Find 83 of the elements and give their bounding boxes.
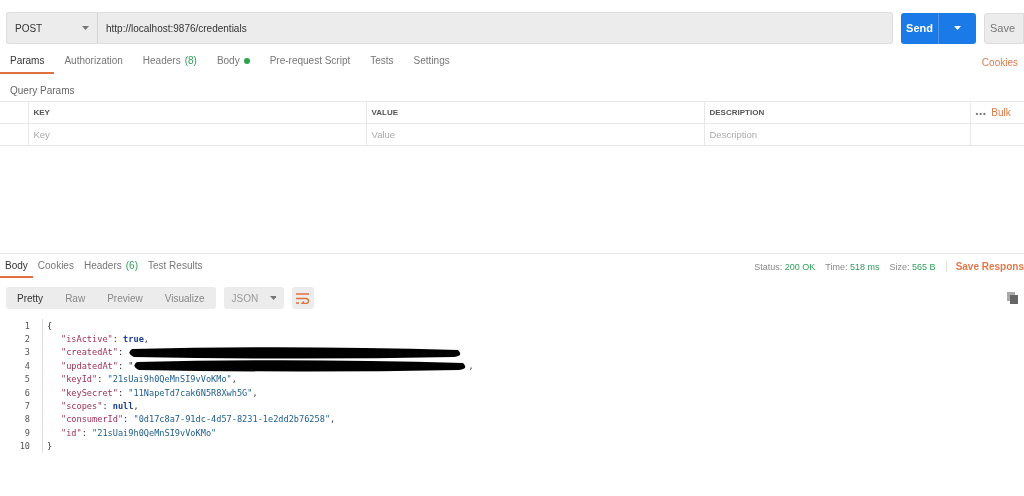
format-dropdown[interactable]: JSON xyxy=(223,287,284,309)
json-key: "createdAt" xyxy=(61,347,118,358)
line-number: 3 xyxy=(23,347,31,358)
meta-value: 200 OK xyxy=(784,261,816,272)
column-header: VALUE xyxy=(366,101,704,124)
copy-icon[interactable] xyxy=(1007,292,1018,304)
meta-label: Size: xyxy=(889,261,910,272)
caret-icon xyxy=(954,26,961,30)
url-field[interactable]: http://localhost:9876/credentials xyxy=(98,12,893,44)
json-string: "21sUai9h0QeMnSI9vVoKMo" xyxy=(107,374,232,385)
meta-value: 518 ms xyxy=(850,261,880,272)
send-button[interactable]: Send xyxy=(901,12,976,44)
json-punctuation: { xyxy=(47,320,53,331)
method-dropdown[interactable]: POST xyxy=(6,12,98,44)
json-punctuation: : xyxy=(112,334,119,345)
line-number: 5 xyxy=(23,374,31,385)
line-number: 9 xyxy=(23,427,31,438)
section-title: Query Params xyxy=(9,84,76,98)
json-punctuation: : xyxy=(117,387,125,398)
caret-icon xyxy=(82,26,89,30)
json-punctuation: : xyxy=(81,427,88,438)
meta-label: Status: xyxy=(754,261,783,272)
line-number: 6 xyxy=(23,387,31,398)
json-punctuation: , xyxy=(143,334,149,345)
request-tab[interactable]: Authorization xyxy=(54,55,133,74)
line-number: 2 xyxy=(23,334,31,345)
request-tab[interactable]: Tests xyxy=(360,55,404,74)
line-number: 8 xyxy=(23,414,31,425)
json-punctuation: } xyxy=(47,441,53,452)
save-button[interactable]: Save xyxy=(984,12,1024,44)
table-cell-placeholder[interactable]: Value xyxy=(366,123,704,146)
wrap-lines-icon xyxy=(296,292,310,304)
json-key: "updatedAt" xyxy=(61,360,118,371)
response-tab[interactable]: Test Results xyxy=(143,260,208,278)
json-key: "isActive" xyxy=(61,334,113,345)
json-string: "21sUai9h0QeMnSI9vVoKMo" xyxy=(92,427,217,438)
table-cell-placeholder[interactable]: Key xyxy=(28,123,366,146)
json-punctuation: , xyxy=(133,401,139,412)
table-cell-placeholder[interactable]: Description xyxy=(704,123,970,146)
json-punctuation: : xyxy=(102,401,109,412)
response-tab[interactable]: Body xyxy=(0,260,33,278)
request-tab[interactable]: Params xyxy=(0,55,55,74)
line-number: 1 xyxy=(23,320,31,331)
json-key: "keyId" xyxy=(61,374,98,385)
line-number: 10 xyxy=(18,441,31,452)
more-icon[interactable]: ••• xyxy=(975,109,987,118)
json-key: "keySecret" xyxy=(61,387,118,398)
meta-value: 565 B xyxy=(912,261,936,272)
column-header: DESCRIPTION xyxy=(704,101,970,124)
view-mode-button[interactable]: Pretty xyxy=(6,287,55,309)
response-tab[interactable]: Headers (6) xyxy=(78,260,143,278)
caret-icon xyxy=(270,296,276,300)
json-key: "consumerId" xyxy=(61,414,124,425)
meta-label: Time: xyxy=(825,261,848,272)
request-tab[interactable]: Settings xyxy=(403,55,460,74)
json-punctuation: : xyxy=(117,347,125,358)
json-punctuation: : xyxy=(97,374,104,385)
line-number: 4 xyxy=(23,360,31,371)
view-mode-button[interactable]: Visualize xyxy=(153,287,216,309)
view-mode-button[interactable]: Raw xyxy=(54,287,97,309)
json-key: "id" xyxy=(61,427,82,438)
json-string: "11NapeTd7cak6N5R8Xwh5G" xyxy=(128,387,253,398)
json-punctuation: , xyxy=(468,360,474,371)
request-tab[interactable]: Body xyxy=(206,55,260,74)
wrap-button[interactable] xyxy=(291,287,314,309)
save-response-link[interactable]: Save Respons xyxy=(945,261,1024,272)
json-literal: null xyxy=(112,401,134,412)
column-header: KEY xyxy=(28,101,366,124)
json-key: "scopes" xyxy=(61,401,103,412)
json-string: "0d17c8a7-91dc-4d57-8231-1e2dd2b76258" xyxy=(133,414,331,425)
json-punctuation: : xyxy=(123,414,130,425)
line-number: 7 xyxy=(23,401,31,412)
response-tab[interactable]: Cookies xyxy=(32,260,79,278)
cookies-link[interactable]: Cookies xyxy=(981,57,1024,74)
json-literal: true xyxy=(123,334,144,345)
json-punctuation: , xyxy=(252,387,258,398)
request-tab[interactable]: Pre-request Script xyxy=(259,55,361,74)
view-mode-button[interactable]: Preview xyxy=(96,287,154,309)
bulk-edit-link[interactable]: Bulk xyxy=(991,107,1011,118)
request-tab[interactable]: Headers (8) xyxy=(132,55,207,74)
json-punctuation: , xyxy=(330,414,336,425)
json-punctuation: : " xyxy=(117,360,134,371)
json-punctuation: , xyxy=(231,374,237,385)
